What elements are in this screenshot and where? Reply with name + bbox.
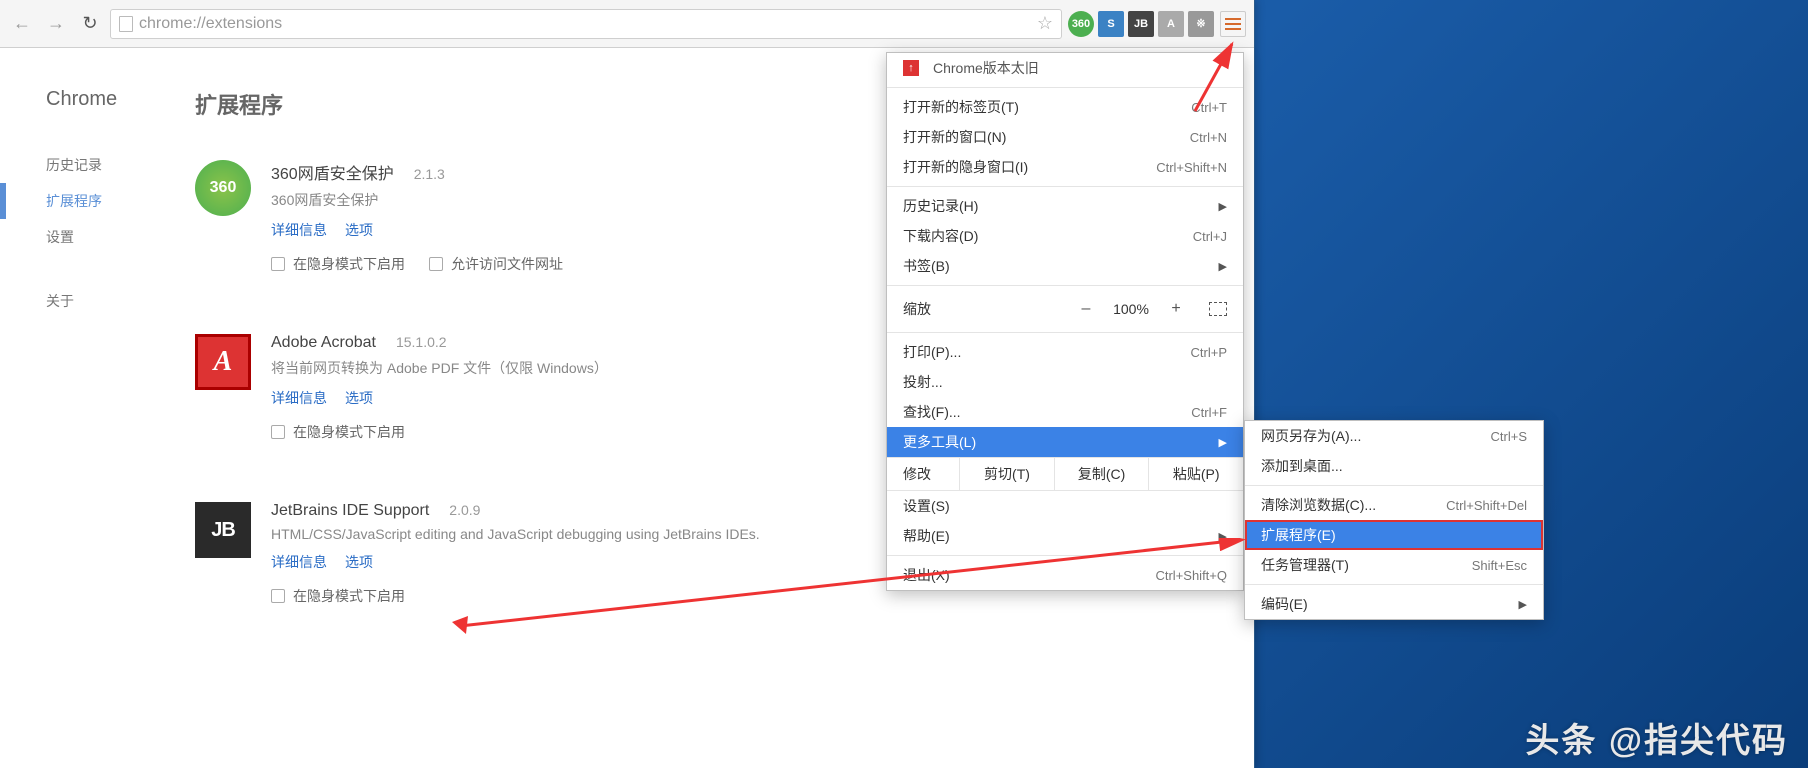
watermark: 头条 @指尖代码 [1525,713,1788,762]
menu-settings[interactable]: 设置(S) [887,491,1243,521]
details-link[interactable]: 详细信息 [271,220,327,240]
file-access-label: 允许访问文件网址 [451,254,563,274]
zoom-value: 100% [1101,301,1161,317]
warning-label: Chrome版本太旧 [933,58,1039,78]
extension-name: JetBrains IDE Support [271,502,429,520]
menu-exit[interactable]: 退出(X)Ctrl+Shift+Q [887,560,1243,590]
bookmark-star-icon[interactable]: ☆ [1037,13,1053,34]
details-link[interactable]: 详细信息 [271,388,327,408]
menu-cut[interactable]: 剪切(T) [960,458,1055,490]
menu-separator [1245,485,1543,486]
sidebar-item-about[interactable]: 关于 [0,283,195,319]
sidebar-item-settings[interactable]: 设置 [0,219,195,255]
incognito-label: 在隐身模式下启用 [293,586,405,606]
menu-print[interactable]: 打印(P)...Ctrl+P [887,337,1243,367]
warning-icon: ↑ [903,60,919,76]
sidebar-title: Chrome [0,88,195,147]
ext-icon-360[interactable]: 360 [1068,11,1094,37]
submenu-clear-data[interactable]: 清除浏览数据(C)...Ctrl+Shift+Del [1245,490,1543,520]
menu-cast[interactable]: 投射... [887,367,1243,397]
submenu-encoding[interactable]: 编码(E)▶ [1245,589,1543,619]
checkbox-icon [429,257,443,271]
extension-logo: A [195,334,251,390]
extension-version: 2.1.3 [414,166,445,182]
chrome-menu: ↑ Chrome版本太旧 打开新的标签页(T)Ctrl+T 打开新的窗口(N)C… [886,52,1244,591]
forward-button[interactable]: → [42,10,70,38]
more-tools-submenu: 网页另存为(A)...Ctrl+S 添加到桌面... 清除浏览数据(C)...C… [1244,420,1544,620]
menu-new-tab[interactable]: 打开新的标签页(T)Ctrl+T [887,92,1243,122]
submenu-save-as[interactable]: 网页另存为(A)...Ctrl+S [1245,421,1543,451]
menu-zoom: 缩放 – 100% + [887,290,1243,328]
extension-logo: 360 [195,160,251,216]
back-button[interactable]: ← [8,10,36,38]
menu-help[interactable]: 帮助(E)▶ [887,521,1243,551]
incognito-label: 在隐身模式下启用 [293,254,405,274]
incognito-checkbox[interactable]: 在隐身模式下启用 [271,422,405,442]
ext-icon-jb[interactable]: JB [1128,11,1154,37]
menu-new-incognito[interactable]: 打开新的隐身窗口(I)Ctrl+Shift+N [887,152,1243,182]
options-link[interactable]: 选项 [345,552,373,572]
ext-icon-s[interactable]: S [1098,11,1124,37]
extension-name: Adobe Acrobat [271,334,376,352]
incognito-label: 在隐身模式下启用 [293,422,405,442]
chrome-menu-button[interactable] [1220,11,1246,37]
sidebar: Chrome 历史记录 扩展程序 设置 关于 [0,48,195,768]
options-link[interactable]: 选项 [345,388,373,408]
page-icon [119,16,133,32]
menu-separator [1245,584,1543,585]
sidebar-item-extensions[interactable]: 扩展程序 [0,183,195,219]
submenu-extensions[interactable]: 扩展程序(E) [1245,520,1543,550]
zoom-out-button[interactable]: – [1071,300,1101,318]
options-link[interactable]: 选项 [345,220,373,240]
reload-button[interactable]: ↻ [76,10,104,38]
menu-bookmarks[interactable]: 书签(B)▶ [887,251,1243,281]
menu-copy[interactable]: 复制(C) [1055,458,1150,490]
extension-version: 2.0.9 [449,502,480,518]
menu-separator [887,186,1243,187]
omnibox[interactable]: ☆ [110,9,1062,39]
fullscreen-icon[interactable] [1209,302,1227,316]
sidebar-item-history[interactable]: 历史记录 [0,147,195,183]
toolbar: ← → ↻ ☆ 360 S JB A ※ [0,0,1254,48]
menu-find[interactable]: 查找(F)...Ctrl+F [887,397,1243,427]
menu-more-tools[interactable]: 更多工具(L)▶ [887,427,1243,457]
checkbox-icon [271,425,285,439]
menu-history[interactable]: 历史记录(H)▶ [887,191,1243,221]
ext-icon-misc[interactable]: ※ [1188,11,1214,37]
submenu-add-desktop[interactable]: 添加到桌面... [1245,451,1543,481]
menu-separator [887,555,1243,556]
checkbox-icon [271,589,285,603]
extension-logo: JB [195,502,251,558]
checkbox-icon [271,257,285,271]
chevron-right-icon: ▶ [1219,530,1227,543]
edit-label: 修改 [887,458,960,490]
url-input[interactable] [139,15,1031,33]
menu-version-warning[interactable]: ↑ Chrome版本太旧 [887,53,1243,83]
chevron-right-icon: ▶ [1219,200,1227,213]
ext-icon-acrobat[interactable]: A [1158,11,1184,37]
menu-downloads[interactable]: 下载内容(D)Ctrl+J [887,221,1243,251]
incognito-checkbox[interactable]: 在隐身模式下启用 [271,254,405,274]
menu-separator [887,332,1243,333]
menu-edit-row: 修改 剪切(T) 复制(C) 粘贴(P) [887,457,1243,491]
zoom-in-button[interactable]: + [1161,300,1191,318]
extension-version: 15.1.0.2 [396,334,447,350]
zoom-label: 缩放 [903,299,931,319]
file-access-checkbox[interactable]: 允许访问文件网址 [429,254,563,274]
menu-paste[interactable]: 粘贴(P) [1149,458,1243,490]
chevron-right-icon: ▶ [1219,436,1227,449]
menu-separator [887,285,1243,286]
incognito-checkbox[interactable]: 在隐身模式下启用 [271,586,405,606]
details-link[interactable]: 详细信息 [271,552,327,572]
submenu-task-manager[interactable]: 任务管理器(T)Shift+Esc [1245,550,1543,580]
chevron-right-icon: ▶ [1219,260,1227,273]
menu-separator [887,87,1243,88]
chevron-right-icon: ▶ [1519,598,1527,611]
extension-name: 360网盾安全保护 [271,160,394,184]
menu-new-window[interactable]: 打开新的窗口(N)Ctrl+N [887,122,1243,152]
extension-icons: 360 S JB A ※ [1068,11,1214,37]
